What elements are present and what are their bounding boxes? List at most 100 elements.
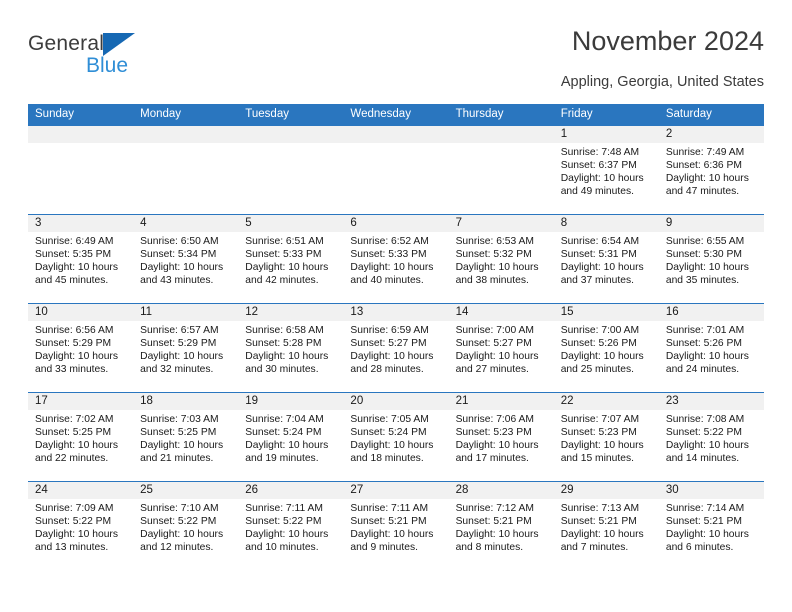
day-cell[interactable]: 3 Sunrise: 6:49 AM Sunset: 5:35 PM Dayli… — [28, 215, 134, 303]
day-cell[interactable]: 25 Sunrise: 7:10 AM Sunset: 5:22 PM Dayl… — [133, 482, 239, 570]
daylight-text-line2: and 18 minutes. — [350, 453, 424, 465]
daylight-text-line1: Daylight: 10 hours — [245, 440, 329, 452]
day-cell[interactable] — [448, 126, 554, 214]
daylight-text-line2: and 15 minutes. — [560, 453, 634, 465]
daylight-text-line2: and 38 minutes. — [455, 275, 529, 287]
day-cell[interactable]: 27 Sunrise: 7:11 AM Sunset: 5:21 PM Dayl… — [343, 482, 449, 570]
day-cell[interactable]: 1 Sunrise: 7:48 AM Sunset: 6:37 PM Dayli… — [553, 126, 659, 214]
page-title: November 2024 — [571, 26, 764, 56]
day-cell[interactable]: 19 Sunrise: 7:04 AM Sunset: 5:24 PM Dayl… — [238, 393, 344, 481]
day-cell[interactable]: 6 Sunrise: 6:52 AM Sunset: 5:33 PM Dayli… — [343, 215, 449, 303]
sunrise-text: Sunrise: 7:11 AM — [350, 503, 429, 514]
day-cell[interactable]: 14 Sunrise: 7:00 AM Sunset: 5:27 PM Dayl… — [448, 304, 554, 392]
day-number: 12 — [238, 304, 344, 321]
daylight-text-line2: and 37 minutes. — [560, 275, 634, 287]
daylight-text-line1: Daylight: 10 hours — [35, 262, 118, 274]
day-number: 29 — [553, 482, 659, 499]
day-details: Sunrise: 6:54 AM Sunset: 5:31 PM Dayligh… — [554, 232, 659, 287]
day-number — [343, 126, 449, 143]
day-cell[interactable]: 24 Sunrise: 7:09 AM Sunset: 5:22 PM Dayl… — [28, 482, 134, 570]
daylight-text-line1: Daylight: 10 hours — [140, 440, 224, 452]
calendar-page: General Blue November 2024 Appling, Geor… — [0, 0, 792, 612]
sunset-text: Sunset: 5:24 PM — [350, 427, 427, 439]
sunrise-text: Sunrise: 7:05 AM — [350, 414, 429, 425]
sunset-text: Sunset: 5:22 PM — [140, 516, 217, 528]
sunrise-text: Sunrise: 6:54 AM — [560, 236, 640, 247]
day-cell[interactable] — [343, 126, 449, 214]
sunset-text: Sunset: 5:21 PM — [350, 516, 427, 528]
sunrise-text: Sunrise: 6:58 AM — [245, 325, 324, 336]
day-cell[interactable]: 4 Sunrise: 6:50 AM Sunset: 5:34 PM Dayli… — [133, 215, 239, 303]
day-cell[interactable]: 17 Sunrise: 7:02 AM Sunset: 5:25 PM Dayl… — [28, 393, 134, 481]
daylight-text-line2: and 12 minutes. — [140, 542, 214, 554]
day-number: 30 — [658, 482, 764, 499]
day-cell[interactable]: 11 Sunrise: 6:57 AM Sunset: 5:29 PM Dayl… — [133, 304, 239, 392]
sunrise-text: Sunrise: 6:52 AM — [350, 236, 429, 247]
day-cell[interactable]: 7 Sunrise: 6:53 AM Sunset: 5:32 PM Dayli… — [448, 215, 554, 303]
daylight-text-line2: and 47 minutes. — [665, 186, 740, 198]
day-cell[interactable]: 8 Sunrise: 6:54 AM Sunset: 5:31 PM Dayli… — [553, 215, 659, 303]
day-cell[interactable]: 12 Sunrise: 6:58 AM Sunset: 5:28 PM Dayl… — [238, 304, 344, 392]
daylight-text-line1: Daylight: 10 hours — [245, 529, 329, 541]
day-details: Sunrise: 7:12 AM Sunset: 5:21 PM Dayligh… — [449, 499, 554, 554]
daylight-text-line2: and 13 minutes. — [35, 542, 109, 554]
logo-text-blue: Blue — [86, 54, 129, 77]
day-details: Sunrise: 7:09 AM Sunset: 5:22 PM Dayligh… — [28, 499, 133, 554]
daylight-text-line2: and 28 minutes. — [350, 364, 424, 376]
day-details: Sunrise: 6:57 AM Sunset: 5:29 PM Dayligh… — [133, 321, 238, 376]
day-cell[interactable]: 16 Sunrise: 7:01 AM Sunset: 5:26 PM Dayl… — [658, 304, 764, 392]
day-cell[interactable]: 5 Sunrise: 6:51 AM Sunset: 5:33 PM Dayli… — [238, 215, 344, 303]
daylight-text-line1: Daylight: 10 hours — [35, 440, 118, 452]
daylight-text-line1: Daylight: 10 hours — [455, 351, 539, 363]
day-cell[interactable]: 10 Sunrise: 6:56 AM Sunset: 5:29 PM Dayl… — [28, 304, 134, 392]
daylight-text-line1: Daylight: 10 hours — [560, 173, 644, 185]
day-cell[interactable]: 21 Sunrise: 7:06 AM Sunset: 5:23 PM Dayl… — [448, 393, 554, 481]
day-number: 22 — [553, 393, 659, 410]
daylight-text-line2: and 7 minutes. — [560, 542, 629, 554]
day-number: 6 — [343, 215, 449, 232]
daylight-text-line2: and 43 minutes. — [140, 275, 214, 287]
day-cell[interactable] — [238, 126, 344, 214]
sunrise-text: Sunrise: 7:00 AM — [455, 325, 534, 336]
day-number: 1 — [553, 126, 659, 143]
day-cell[interactable]: 18 Sunrise: 7:03 AM Sunset: 5:25 PM Dayl… — [133, 393, 239, 481]
day-cell[interactable]: 26 Sunrise: 7:11 AM Sunset: 5:22 PM Dayl… — [238, 482, 344, 570]
day-number: 25 — [133, 482, 239, 499]
day-cell[interactable]: 9 Sunrise: 6:55 AM Sunset: 5:30 PM Dayli… — [658, 215, 764, 303]
week-row: 1 Sunrise: 7:48 AM Sunset: 6:37 PM Dayli… — [28, 125, 764, 214]
daylight-text-line2: and 14 minutes. — [665, 453, 740, 465]
daylight-text-line1: Daylight: 10 hours — [665, 351, 749, 363]
sunrise-text: Sunrise: 6:56 AM — [35, 325, 114, 336]
day-cell[interactable]: 2 Sunrise: 7:49 AM Sunset: 6:36 PM Dayli… — [658, 126, 764, 214]
daylight-text-line1: Daylight: 10 hours — [455, 529, 539, 541]
day-details: Sunrise: 7:10 AM Sunset: 5:22 PM Dayligh… — [133, 499, 238, 554]
sunrise-text: Sunrise: 7:11 AM — [245, 503, 323, 514]
day-cell[interactable]: 15 Sunrise: 7:00 AM Sunset: 5:26 PM Dayl… — [553, 304, 659, 392]
daylight-text-line1: Daylight: 10 hours — [665, 262, 749, 274]
day-cell[interactable]: 23 Sunrise: 7:08 AM Sunset: 5:22 PM Dayl… — [658, 393, 764, 481]
day-cell[interactable]: 13 Sunrise: 6:59 AM Sunset: 5:27 PM Dayl… — [343, 304, 449, 392]
sunset-text: Sunset: 6:36 PM — [665, 160, 742, 172]
day-number: 5 — [238, 215, 344, 232]
sunrise-text: Sunrise: 6:57 AM — [140, 325, 219, 336]
sunrise-text: Sunrise: 7:49 AM — [665, 147, 745, 158]
daylight-text-line2: and 45 minutes. — [35, 275, 109, 287]
weekday-header-friday: Friday — [560, 108, 593, 120]
day-cell[interactable] — [133, 126, 239, 214]
day-cell[interactable]: 28 Sunrise: 7:12 AM Sunset: 5:21 PM Dayl… — [448, 482, 554, 570]
day-number: 14 — [448, 304, 554, 321]
daylight-text-line2: and 17 minutes. — [455, 453, 529, 465]
sunset-text: Sunset: 5:35 PM — [35, 249, 112, 261]
day-cell[interactable] — [28, 126, 134, 214]
day-details: Sunrise: 7:01 AM Sunset: 5:26 PM Dayligh… — [659, 321, 764, 376]
day-details: Sunrise: 7:48 AM Sunset: 6:37 PM Dayligh… — [554, 143, 659, 198]
weekday-header-monday: Monday — [140, 108, 182, 120]
day-details: Sunrise: 6:51 AM Sunset: 5:33 PM Dayligh… — [238, 232, 343, 287]
daylight-text-line1: Daylight: 10 hours — [350, 351, 434, 363]
day-cell[interactable]: 30 Sunrise: 7:14 AM Sunset: 5:21 PM Dayl… — [658, 482, 764, 570]
day-cell[interactable]: 22 Sunrise: 7:07 AM Sunset: 5:23 PM Dayl… — [553, 393, 659, 481]
daylight-text-line2: and 42 minutes. — [245, 275, 319, 287]
day-cell[interactable]: 20 Sunrise: 7:05 AM Sunset: 5:24 PM Dayl… — [343, 393, 449, 481]
day-cell[interactable]: 29 Sunrise: 7:13 AM Sunset: 5:21 PM Dayl… — [553, 482, 659, 570]
daylight-text-line2: and 25 minutes. — [560, 364, 634, 376]
